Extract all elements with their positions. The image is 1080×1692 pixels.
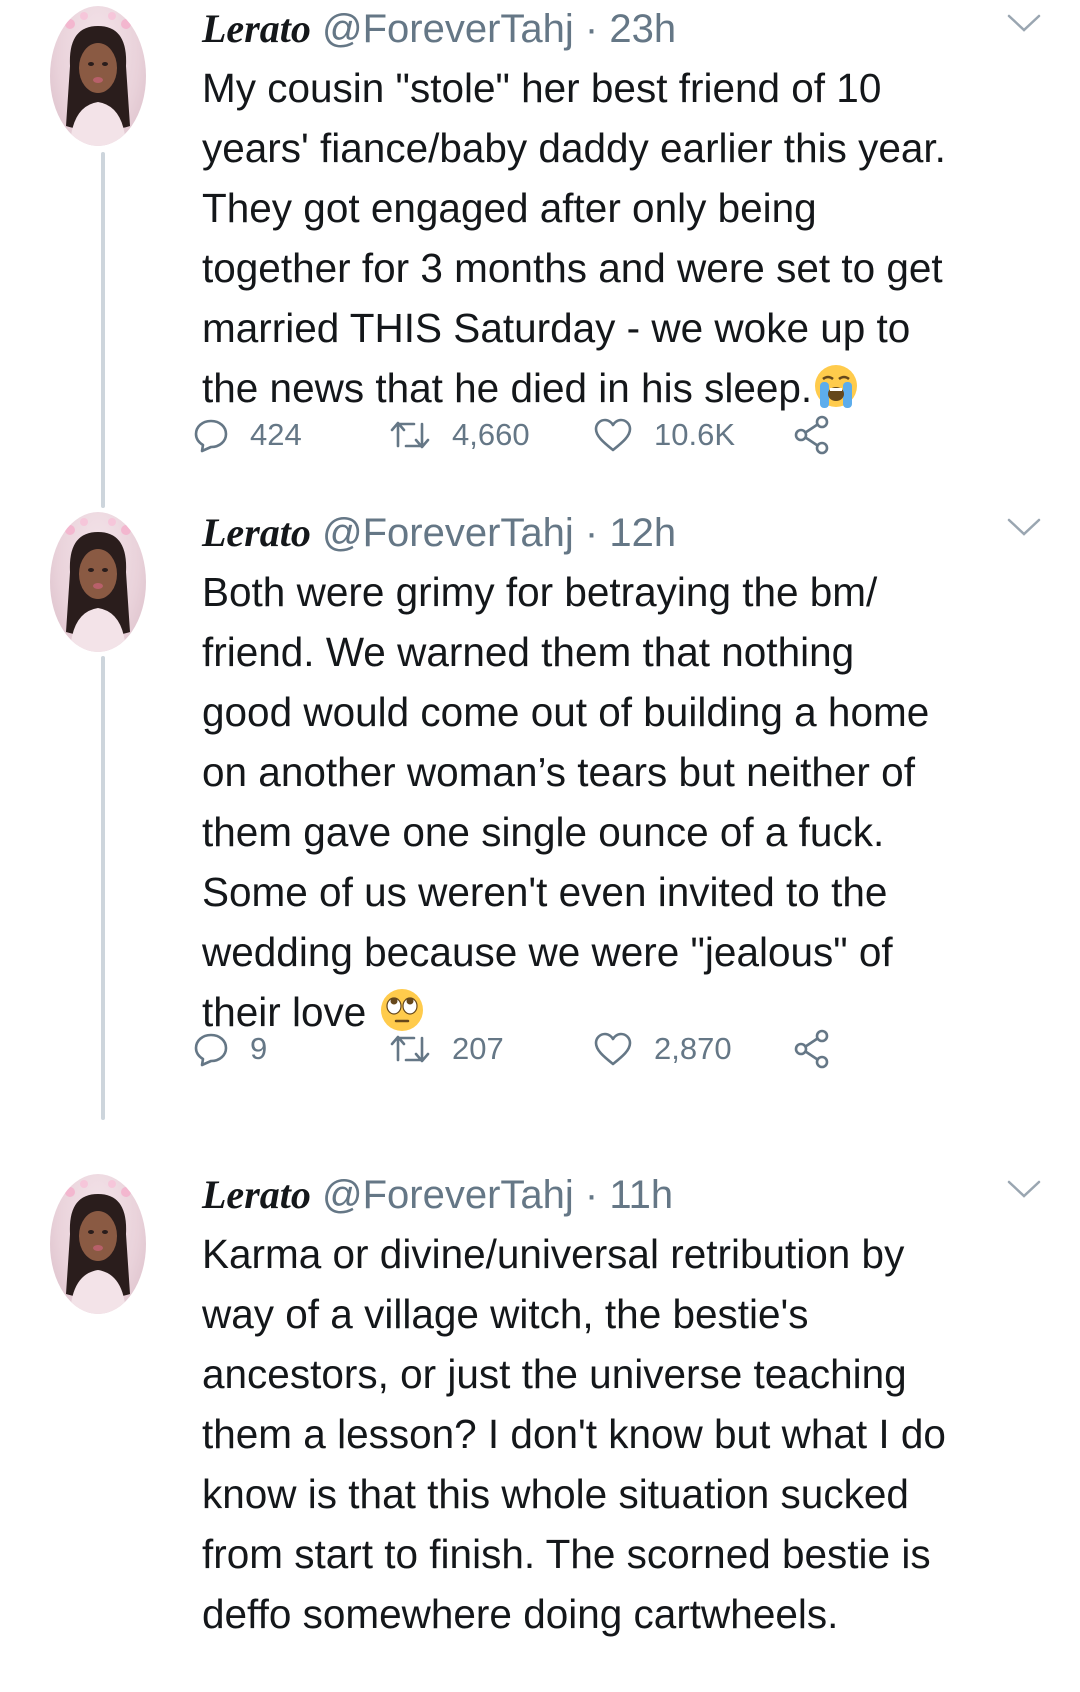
display-name[interactable]: Lerato [202, 6, 311, 51]
tweet-text-content: My cousin "stole" her best friend of 10 … [202, 65, 946, 411]
timestamp[interactable]: 23h [609, 7, 676, 51]
retweet-icon [390, 1035, 430, 1063]
avatar[interactable] [50, 512, 146, 652]
reply-count: 424 [250, 417, 302, 452]
chevron-down-icon[interactable] [1006, 516, 1042, 538]
retweet-count: 207 [452, 1031, 504, 1066]
like-count: 10.6K [654, 417, 736, 452]
retweet-icon [390, 421, 430, 449]
reply-icon [194, 419, 228, 453]
reply-count: 9 [250, 1031, 268, 1066]
display-name[interactable]: Lerato [202, 510, 311, 555]
tweet-header: Lerato @ForeverTahj · 11h [202, 1170, 1050, 1220]
separator-dot: · [584, 1173, 599, 1217]
user-handle[interactable]: @ForeverTahj [322, 511, 574, 555]
reply-button[interactable]: 9 [192, 1024, 267, 1074]
share-button[interactable] [792, 410, 854, 460]
profile-photo [65, 12, 131, 146]
tweet-text: Karma or divine/universal retribution by… [202, 1224, 1050, 1644]
chevron-down-icon[interactable] [1006, 12, 1042, 34]
heart-icon [594, 1032, 632, 1066]
thread-line [101, 152, 105, 508]
retweet-count: 4,660 [452, 417, 530, 452]
share-icon [794, 1029, 829, 1069]
user-handle[interactable]: @ForeverTahj [322, 7, 574, 51]
tweet-text-content: Both were grimy for betraying the bm/ fr… [202, 569, 930, 1035]
tweet-actions: 424 4,660 10.6K [192, 410, 892, 460]
heart-icon [594, 418, 632, 452]
tweet-header: Lerato @ForeverTahj · 12h [202, 508, 1050, 558]
retweet-button[interactable]: 4,660 [388, 410, 530, 460]
tweet-text: Both were grimy for betraying the bm/ fr… [202, 562, 1050, 1042]
share-icon [794, 415, 829, 455]
reply-icon [194, 1033, 228, 1067]
like-button[interactable]: 2,870 [592, 1024, 732, 1074]
separator-dot: · [584, 7, 599, 51]
timestamp[interactable]: 11h [609, 1173, 673, 1217]
like-count: 2,870 [654, 1031, 732, 1066]
profile-photo [65, 1180, 131, 1314]
profile-photo [65, 518, 131, 652]
avatar[interactable] [50, 1174, 146, 1314]
timestamp[interactable]: 12h [609, 511, 676, 555]
reply-button[interactable]: 424 [192, 410, 302, 460]
tweet-text-content: Karma or divine/universal retribution by… [202, 1231, 946, 1637]
loudly-crying-face-icon [815, 365, 858, 408]
tweet-header: Lerato @ForeverTahj · 23h [202, 4, 1050, 54]
like-button[interactable]: 10.6K [592, 410, 735, 460]
avatar[interactable] [50, 6, 146, 146]
thread-line [101, 656, 105, 1120]
chevron-down-icon[interactable] [1006, 1178, 1042, 1200]
tweet-actions: 9 207 2,870 [192, 1024, 892, 1074]
user-handle[interactable]: @ForeverTahj [322, 1173, 574, 1217]
separator-dot: · [584, 511, 599, 555]
display-name[interactable]: Lerato [202, 1172, 311, 1217]
share-button[interactable] [792, 1024, 854, 1074]
tweet-text: My cousin "stole" her best friend of 10 … [202, 58, 1050, 418]
retweet-button[interactable]: 207 [388, 1024, 504, 1074]
